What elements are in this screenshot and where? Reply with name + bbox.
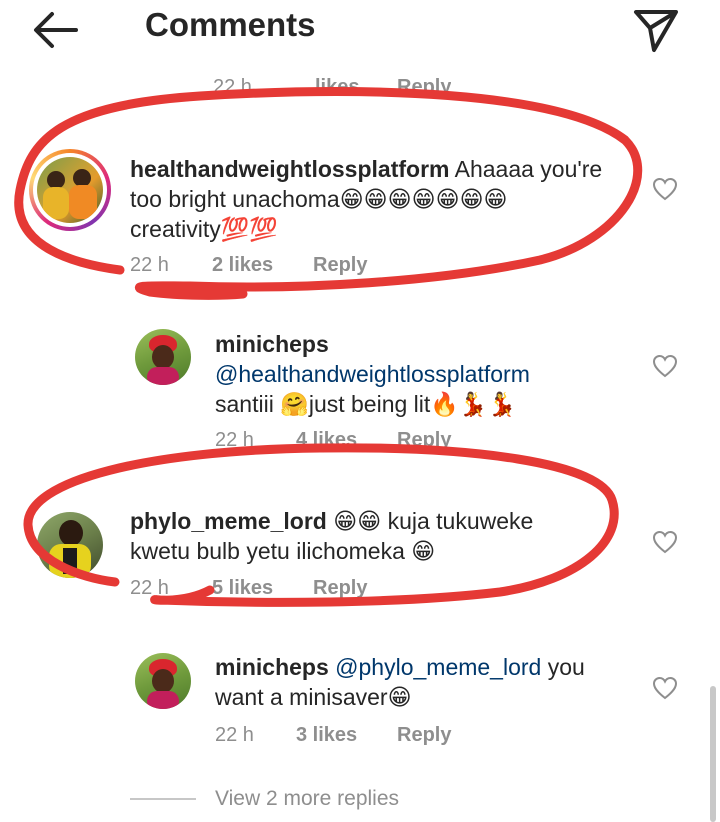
reply-button[interactable]: Reply — [313, 254, 367, 277]
comment-username[interactable]: healthandweightlossplatform — [130, 156, 449, 182]
comment-body: phylo_meme_lord 😁😁 kuja tukuweke kwetu b… — [130, 506, 630, 566]
comment-text: you — [541, 654, 585, 680]
comment-username[interactable]: phylo_meme_lord — [130, 508, 327, 534]
comment-text: santiii 🤗just being lit🔥💃💃 — [215, 391, 517, 417]
mention-link[interactable]: @phylo_meme_lord — [329, 654, 541, 680]
comment-likes[interactable]: 4 likes — [296, 429, 357, 452]
comment-time: 22 h — [130, 577, 169, 599]
comment-time: 22 h — [215, 429, 254, 451]
partial-reply[interactable]: Reply — [397, 76, 451, 96]
comment-text-line2: kwetu bulb yetu ilichomeka 😁 — [130, 538, 436, 564]
comment-time: 22 h — [130, 254, 169, 276]
comment-text-line2: too bright unachoma😁😁😁😁😁😁😁 — [130, 186, 508, 212]
comment-text: 😁😁 kuja tukuweke — [326, 508, 534, 534]
comment-body: minicheps @phylo_meme_lord you want a mi… — [215, 652, 635, 712]
avatar[interactable] — [37, 512, 103, 578]
partial-likes[interactable]: likes — [315, 76, 359, 96]
comment-text: Ahaaaa you're — [449, 156, 603, 182]
comment-username[interactable]: minicheps — [215, 654, 329, 680]
view-more-replies-button[interactable]: View 2 more replies — [215, 787, 399, 811]
heart-icon[interactable] — [652, 530, 678, 554]
page-title: Comments — [145, 6, 316, 43]
heart-icon[interactable] — [652, 177, 678, 201]
avatar[interactable] — [37, 157, 103, 223]
avatar[interactable] — [135, 653, 191, 709]
back-arrow-icon[interactable] — [30, 8, 80, 52]
comment-likes[interactable]: 3 likes — [296, 724, 357, 747]
comment-likes[interactable]: 5 likes — [212, 577, 273, 600]
reply-button[interactable]: Reply — [313, 577, 367, 600]
reply-button[interactable]: Reply — [397, 429, 451, 452]
comment-username[interactable]: minicheps — [215, 331, 329, 357]
comment-body: healthandweightlossplatform Ahaaaa you'r… — [130, 154, 630, 244]
mention-link[interactable]: @healthandweightlossplatform — [215, 361, 530, 387]
avatar[interactable] — [135, 329, 191, 385]
heart-icon[interactable] — [652, 676, 678, 700]
comment-text-line2: want a minisaver😁 — [215, 684, 412, 710]
partial-time: 22 h — [213, 76, 252, 96]
comment-body: minicheps @healthandweightlossplatform s… — [215, 329, 635, 419]
comment-time: 22 h — [215, 724, 254, 746]
scrollbar[interactable] — [710, 686, 716, 822]
direct-send-icon[interactable] — [630, 6, 682, 54]
comment-text-line3: creativity💯💯 — [130, 216, 279, 242]
comment-likes[interactable]: 2 likes — [212, 254, 273, 277]
replies-divider — [130, 798, 196, 800]
top-bar: Comments — [0, 0, 720, 58]
heart-icon[interactable] — [652, 354, 678, 378]
reply-button[interactable]: Reply — [397, 724, 451, 747]
